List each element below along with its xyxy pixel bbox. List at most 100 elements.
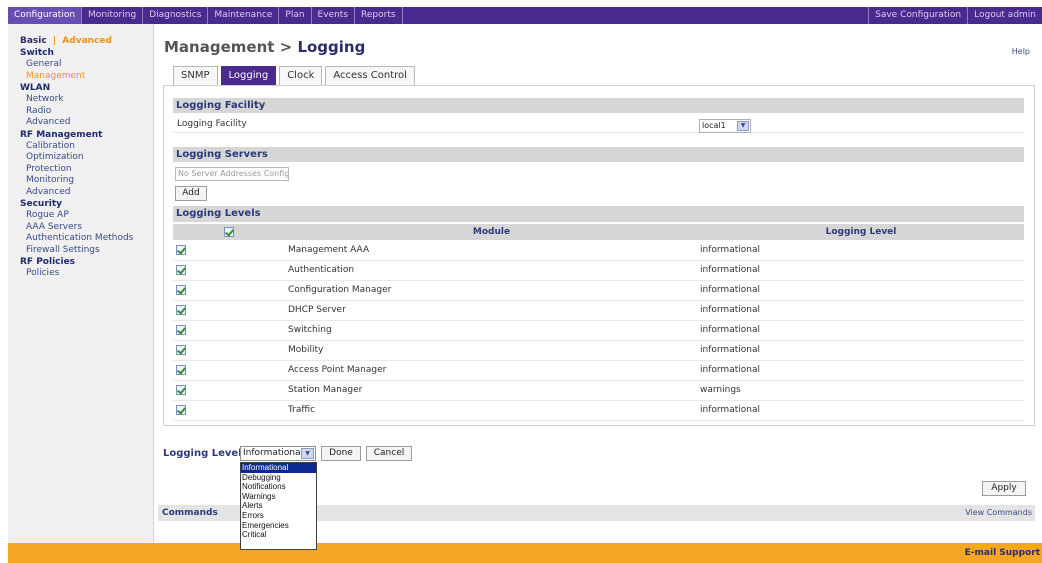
dropdown-option-critical[interactable]: Critical [241,530,316,540]
sidebar-item-aaa-servers[interactable]: AAA Servers [20,222,153,234]
module-cell: DHCP Server [288,305,346,315]
column-module: Module [472,227,511,237]
logging-level-cell: informational [700,405,760,415]
sidebar-item-general[interactable]: General [20,59,153,71]
row-checkbox[interactable] [176,264,186,275]
nav-tab-monitoring[interactable]: Monitoring [82,7,144,24]
logging-level-cell: informational [700,245,760,255]
module-cell: Configuration Manager [288,285,392,295]
tab-clock[interactable]: Clock [279,66,323,85]
row-select-cell [176,401,196,421]
logging-level-select[interactable]: Informational ▼ [240,446,316,461]
table-row[interactable]: Mobility informational [173,341,1024,361]
apply-button[interactable]: Apply [982,481,1026,496]
table-row[interactable]: Traffic informational [173,401,1024,421]
tab-logging[interactable]: Logging [220,66,277,85]
sidebar-item-wlan-advanced[interactable]: Advanced [20,117,153,129]
done-button[interactable]: Done [321,446,361,461]
row-select-cell [176,301,196,321]
email-support-link[interactable]: E-mail Support [965,548,1040,558]
row-checkbox[interactable] [176,244,186,255]
nav-tab-maintenance[interactable]: Maintenance [208,7,280,24]
table-row[interactable]: Access Point Manager informational [173,361,1024,381]
logging-level-cell: informational [700,345,760,355]
tab-snmp[interactable]: SNMP [173,66,218,85]
row-select-cell [176,281,196,301]
logging-level-cell: informational [700,285,760,295]
module-cell: Station Manager [288,385,363,395]
nav-tab-events[interactable]: Events [312,7,356,24]
nav-tab-configuration[interactable]: Configuration [8,7,83,24]
dropdown-option-alerts[interactable]: Alerts [241,501,316,511]
top-navigation: Configuration Monitoring Diagnostics Mai… [8,7,1042,24]
sidebar-item-rf-advanced[interactable]: Advanced [20,187,153,199]
sidebar-item-radio[interactable]: Radio [20,106,153,118]
module-cell: Traffic [288,405,316,415]
dropdown-option-emergencies[interactable]: Emergencies [241,521,316,531]
sidebar: Basic | Advanced Switch General Manageme… [8,24,154,543]
help-link[interactable]: Help [1012,47,1030,56]
logging-level-label: Logging Level [163,448,242,459]
page-title-current: Logging [297,38,366,56]
row-select-cell [176,361,196,381]
mode-separator: | [52,36,57,46]
select-all-column [173,224,285,240]
row-checkbox[interactable] [176,404,186,415]
table-row[interactable]: Authentication informational [173,261,1024,281]
sidebar-item-management[interactable]: Management [20,71,153,83]
dropdown-option-informational[interactable]: Informational [241,463,316,473]
sidebar-item-monitoring[interactable]: Monitoring [20,175,153,187]
table-row[interactable]: Management AAA informational [173,241,1024,261]
logging-facility-value: local1 [702,121,726,130]
logging-facility-row: Logging Facility [173,116,1024,133]
logout-link[interactable]: Logout admin [967,7,1042,24]
row-select-cell [176,321,196,341]
row-checkbox[interactable] [176,364,186,375]
logging-level-cell: informational [700,305,760,315]
sidebar-item-rogue-ap[interactable]: Rogue AP [20,210,153,222]
row-checkbox[interactable] [176,304,186,315]
row-checkbox[interactable] [176,384,186,395]
row-select-cell [176,241,196,261]
module-cell: Authentication [288,265,355,275]
page-tabs: SNMP Logging Clock Access Control [173,66,418,85]
select-all-checkbox[interactable] [224,226,234,237]
table-row[interactable]: Configuration Manager informational [173,281,1024,301]
sidebar-item-protection[interactable]: Protection [20,164,153,176]
logging-levels-header: Logging Levels [173,206,1024,222]
dropdown-option-errors[interactable]: Errors [241,511,316,521]
nav-tab-plan[interactable]: Plan [279,7,312,24]
table-row[interactable]: DHCP Server informational [173,301,1024,321]
chevron-down-icon: ▼ [301,448,314,459]
table-row[interactable]: Station Manager warnings [173,381,1024,401]
row-checkbox[interactable] [176,284,186,295]
sidebar-section-rf-policies: RF Policies [20,257,76,267]
sidebar-item-calibration[interactable]: Calibration [20,141,153,153]
page-title: Management > Logging [164,38,365,56]
logging-facility-select[interactable]: local1 ▼ [699,119,751,133]
add-server-button[interactable]: Add [175,186,207,201]
nav-tab-reports[interactable]: Reports [355,7,403,24]
row-checkbox[interactable] [176,344,186,355]
module-cell: Mobility [288,345,324,355]
table-row[interactable]: Switching informational [173,321,1024,341]
cancel-button[interactable]: Cancel [366,446,412,461]
dropdown-option-notifications[interactable]: Notifications [241,482,316,492]
sidebar-item-policies[interactable]: Policies [20,268,153,280]
advanced-mode-link[interactable]: Advanced [62,36,112,46]
nav-tab-diagnostics[interactable]: Diagnostics [143,7,209,24]
row-checkbox[interactable] [176,324,186,335]
page-title-prefix: Management > [164,38,298,56]
sidebar-item-firewall-settings[interactable]: Firewall Settings [20,245,153,257]
basic-mode-link[interactable]: Basic [20,36,47,46]
dropdown-option-warnings[interactable]: Warnings [241,492,316,502]
view-commands-link[interactable]: View Commands [965,505,1032,521]
sidebar-item-optimization[interactable]: Optimization [20,152,153,164]
sidebar-item-authentication-methods[interactable]: Authentication Methods [20,233,153,245]
save-configuration-link[interactable]: Save Configuration [868,7,967,24]
sidebar-item-network[interactable]: Network [20,94,153,106]
dropdown-option-debugging[interactable]: Debugging [241,473,316,483]
server-address-list[interactable]: No Server Addresses Configured [175,167,289,181]
tab-access-control[interactable]: Access Control [325,66,415,85]
logging-level-cell: informational [700,365,760,375]
